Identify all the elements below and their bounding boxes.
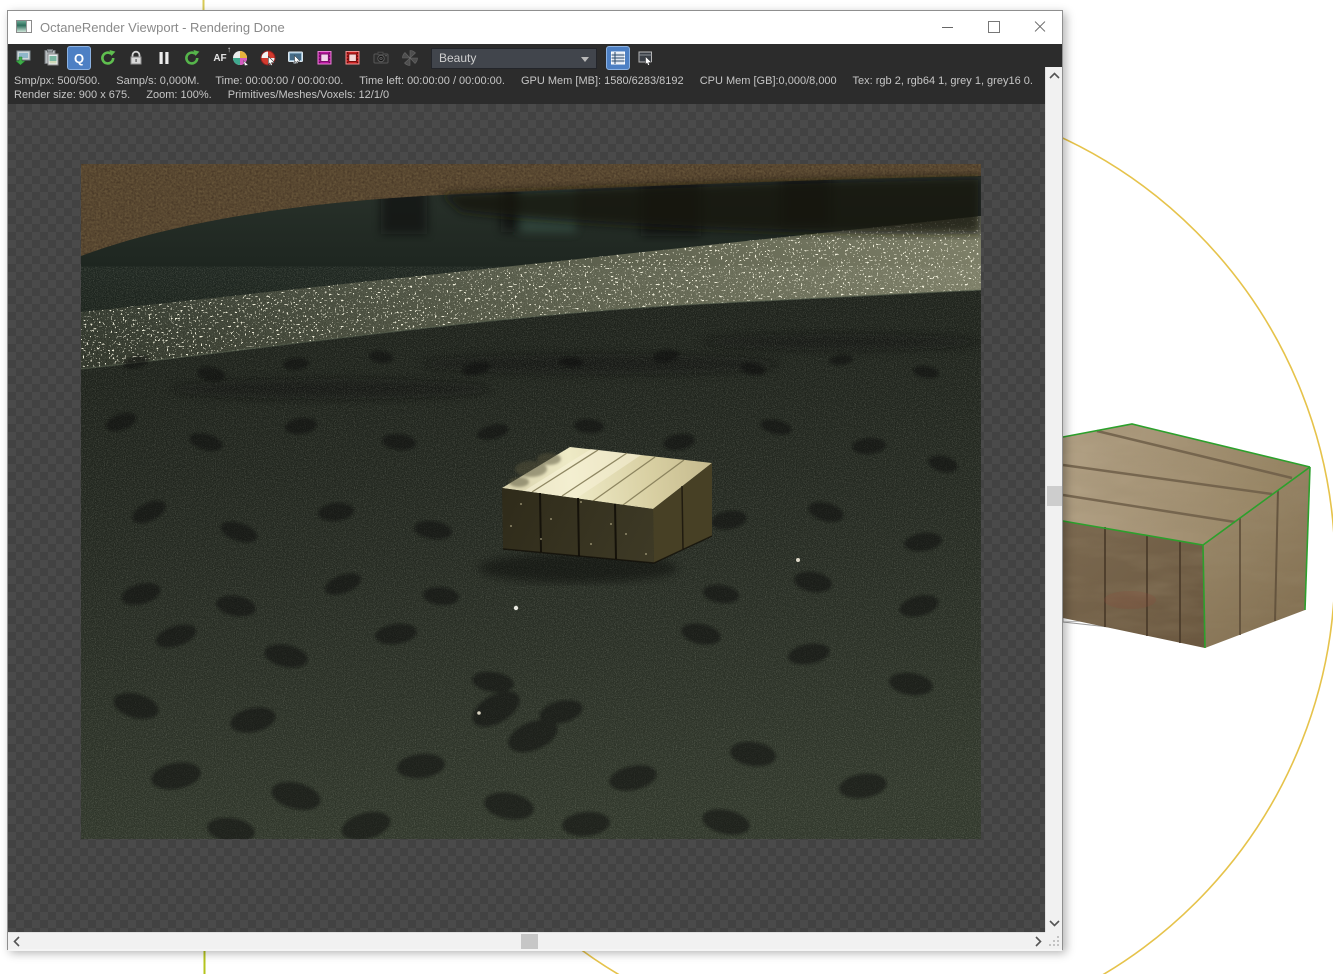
status-line-2: Render size: 900 x 675. Zoom: 100%. Prim… <box>14 89 402 101</box>
save-render-button[interactable] <box>11 46 35 70</box>
window-bottom-edge <box>8 949 1062 951</box>
focus-picker-button[interactable] <box>256 46 280 70</box>
pick-render-pass-icon <box>638 51 653 66</box>
zoom-level: Zoom: 100%. <box>146 89 212 101</box>
app-icon <box>16 20 32 33</box>
vertical-scrollbar[interactable] <box>1045 67 1062 932</box>
scroll-down-button[interactable] <box>1046 915 1063 932</box>
refresh-render-icon <box>185 50 200 65</box>
white-balance-picker-button[interactable] <box>228 46 252 70</box>
render-viewport-canvas[interactable] <box>8 104 1047 932</box>
status-line-1: Smp/px: 500/500. Samp/s: 0,000M. Time: 0… <box>14 75 1046 87</box>
titlebar[interactable]: OctaneRender Viewport - Rendering Done <box>8 11 1062 44</box>
scroll-up-button[interactable] <box>1046 67 1063 84</box>
copy-to-clipboard-icon <box>44 49 59 66</box>
toolbar: Q AF ↑ Beauty <box>8 44 1062 73</box>
primitive-counts: Primitives/Meshes/Voxels: 12/1/0 <box>227 89 390 101</box>
af-label: AF <box>213 52 227 64</box>
pause-icon <box>159 52 169 64</box>
focus-picker-icon <box>260 50 276 66</box>
restart-render-icon <box>101 50 116 65</box>
horizontal-scrollbar[interactable] <box>8 932 1047 949</box>
time-left: Time left: 00:00:00 / 00:00:00. <box>359 75 505 87</box>
render-pass-dropdown[interactable]: Beauty <box>431 48 597 69</box>
texture-counts: Tex: rgb 2, rgb64 1, grey 1, grey16 0. <box>852 75 1033 87</box>
render-priority-q-button[interactable]: Q <box>67 46 91 70</box>
chevron-right-icon <box>1035 936 1042 947</box>
q-label: Q <box>73 50 85 66</box>
vertical-scroll-thumb[interactable] <box>1047 486 1062 506</box>
resize-grip[interactable] <box>1045 932 1062 949</box>
film-region-button[interactable] <box>313 46 337 70</box>
pick-render-pass-button[interactable] <box>634 46 658 70</box>
window-title: OctaneRender Viewport - Rendering Done <box>40 20 285 35</box>
resize-grip-icon <box>1049 936 1059 946</box>
render-region-button[interactable] <box>341 46 365 70</box>
render-passes-toggle-icon <box>611 51 625 65</box>
film-region-icon <box>317 51 332 65</box>
cpu-memory: CPU Mem [GB]:0,000/8,000 <box>699 75 837 87</box>
lock-image-button[interactable] <box>124 46 148 70</box>
pause-render-button[interactable] <box>152 46 176 70</box>
render-region-icon <box>345 51 360 65</box>
chevron-down-icon <box>581 57 589 62</box>
camera-icon <box>373 51 389 64</box>
chevron-down-icon <box>1049 920 1060 927</box>
region-picker-icon <box>288 51 303 64</box>
samples-per-second: Samp/s: 0,000M. <box>116 75 200 87</box>
rendered-image <box>81 164 981 839</box>
maximize-button[interactable] <box>971 11 1016 43</box>
restart-render-button[interactable] <box>96 46 120 70</box>
host-crate-model <box>1062 423 1311 649</box>
region-picker-button[interactable] <box>284 46 308 70</box>
refresh-render-button[interactable] <box>180 46 204 70</box>
chevron-up-icon <box>1049 72 1060 79</box>
render-pass-value: Beauty <box>439 51 477 65</box>
close-button[interactable] <box>1017 11 1062 43</box>
minimize-icon <box>942 26 953 28</box>
fan-blades-icon <box>402 50 418 66</box>
maximize-icon <box>987 21 1000 33</box>
copy-to-clipboard-button[interactable] <box>39 46 63 70</box>
chevron-left-icon <box>13 936 20 947</box>
minimize-button[interactable] <box>925 11 970 43</box>
render-time: Time: 00:00:00 / 00:00:00. <box>215 75 344 87</box>
status-bar: Smp/px: 500/500. Samp/s: 0,000M. Time: 0… <box>8 73 1047 104</box>
save-render-icon <box>15 50 31 66</box>
samples-per-pixel: Smp/px: 500/500. <box>14 75 101 87</box>
camera-button[interactable] <box>369 46 393 70</box>
scroll-left-button[interactable] <box>8 933 25 950</box>
render-passes-toggle-button[interactable] <box>606 46 630 70</box>
white-balance-picker-icon <box>233 51 249 66</box>
render-size: Render size: 900 x 675. <box>14 89 131 101</box>
horizontal-scroll-thumb[interactable] <box>521 934 538 949</box>
lock-icon <box>130 50 142 65</box>
close-icon <box>1034 21 1046 33</box>
desktop-stage: OctaneRender Viewport - Rendering Done Q <box>0 0 1333 974</box>
gpu-memory: GPU Mem [MB]: 1580/6283/8192 <box>521 75 684 87</box>
octane-viewport-window: OctaneRender Viewport - Rendering Done Q <box>7 10 1063 951</box>
fan-blades-button[interactable] <box>398 46 422 70</box>
